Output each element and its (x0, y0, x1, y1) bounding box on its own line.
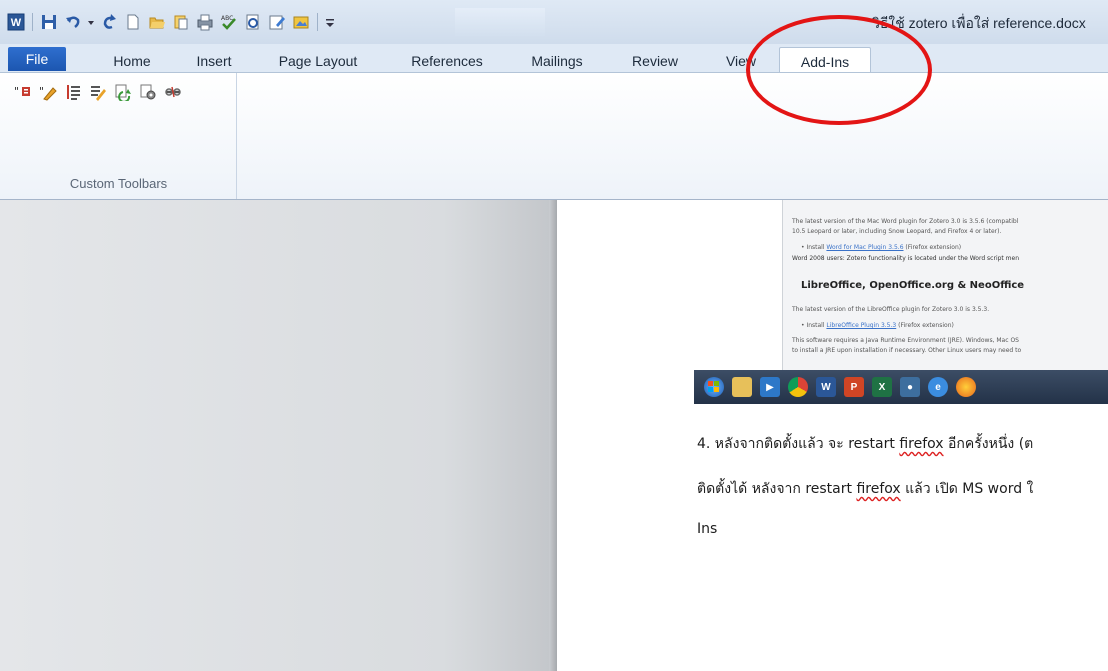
windows-start-icon (704, 377, 724, 397)
paragraph-line-2: ติดตั้งได้ หลังจาก restart firefox แล้ว … (697, 478, 1033, 500)
shot-install-line: • Install Word for Mac Plugin 3.5.6 (Fir… (801, 244, 961, 251)
svg-text:": " (14, 85, 19, 98)
word-icon: W (816, 377, 836, 397)
document-area: The latest version of the Mac Word plugi… (0, 200, 1108, 671)
network-icon: ● (900, 377, 920, 397)
print-icon[interactable] (195, 12, 215, 32)
group-label-custom-toolbars: Custom Toolbars (69, 176, 168, 191)
annotation-circle (746, 15, 932, 125)
tab-home[interactable]: Home (104, 48, 160, 73)
new-document-icon[interactable] (123, 12, 143, 32)
customize-toolbar-icon[interactable] (324, 12, 336, 32)
paragraph-step-4: 4. หลังจากติดตั้งแล้ว จะ restart firefox… (697, 433, 1033, 455)
paragraph-text: อีกครั้งหนึ่ง (ต (943, 436, 1034, 452)
zotero-insert-citation-icon[interactable]: " (14, 83, 32, 101)
zotero-edit-bibliography-icon[interactable] (89, 83, 107, 101)
chrome-icon (788, 377, 808, 397)
undo-dropdown-icon[interactable] (87, 12, 95, 32)
tab-references[interactable]: References (397, 48, 497, 73)
edit-icon[interactable] (267, 12, 287, 32)
shot-text-line: 10.5 Leopard or later, including Snow Le… (792, 228, 1002, 235)
paragraph-line-3: Ins (697, 521, 718, 537)
tab-file[interactable]: File (8, 47, 66, 71)
shot-word-plugin-link: Word for Mac Plugin 3.5.6 (826, 244, 904, 251)
toolbar-separator (317, 13, 318, 31)
ribbon: " " Custom Toolbars (0, 72, 1108, 200)
internet-explorer-icon: e (928, 377, 948, 397)
media-player-icon: ▶ (760, 377, 780, 397)
title-bar: W ABC วิธีใช้ zotero เพื่อใส่ reference.… (0, 0, 1108, 44)
undo-icon[interactable] (63, 12, 83, 32)
zotero-unlink-icon[interactable] (164, 83, 182, 101)
custom-toolbars-group: " " Custom Toolbars (0, 73, 237, 199)
toolbar-separator (32, 13, 33, 31)
open-icon[interactable] (171, 12, 191, 32)
powerpoint-icon: P (844, 377, 864, 397)
zotero-insert-bibliography-icon[interactable] (64, 83, 82, 101)
svg-text:ABC: ABC (221, 15, 233, 22)
open-folder-icon[interactable] (147, 12, 167, 32)
shot-link-suffix: (Firefox extension) (903, 244, 962, 251)
svg-text:W: W (11, 17, 22, 29)
custom-toolbars-icons: " " (14, 83, 182, 101)
shot-heading: LibreOffice, OpenOffice.org & NeoOffice (801, 280, 1025, 291)
document-page[interactable]: The latest version of the Mac Word plugi… (557, 200, 1108, 671)
redo-icon[interactable] (99, 12, 119, 32)
embedded-taskbar: ▶ W P X ● e (694, 370, 1108, 404)
shot-text-line: The latest version of the Mac Word plugi… (792, 218, 1019, 225)
misspelled-word: firefox (899, 436, 944, 452)
zotero-preferences-icon[interactable] (139, 83, 157, 101)
shot-text-line: The latest version of the LibreOffice pl… (792, 306, 990, 313)
shot-install-line: • Install LibreOffice Plugin 3.5.3 (Fire… (801, 322, 954, 329)
shot-bullet: • Install (801, 322, 827, 329)
title-bar-highlight (455, 8, 545, 36)
quick-access-toolbar: W ABC (6, 6, 336, 38)
zotero-edit-citation-icon[interactable]: " (39, 83, 57, 101)
shot-text-line: Word 2008 users: Zotero functionality is… (792, 255, 1020, 262)
shot-text-line: to install a JRE upon installation if ne… (792, 347, 1022, 354)
shot-link-suffix: (Firefox extension) (896, 322, 954, 329)
paragraph-text: แล้ว เปิด MS word ใ (900, 481, 1034, 497)
shot-libreoffice-plugin-link: LibreOffice Plugin 3.5.3 (826, 322, 897, 329)
tab-mailings[interactable]: Mailings (518, 48, 596, 73)
svg-text:": " (39, 85, 44, 98)
embedded-screenshot: The latest version of the Mac Word plugi… (782, 200, 1108, 370)
zotero-refresh-icon[interactable] (114, 83, 132, 101)
workspace-background (0, 200, 554, 671)
tab-insert[interactable]: Insert (187, 48, 241, 73)
excel-icon: X (872, 377, 892, 397)
firefox-icon (956, 377, 976, 397)
shot-text-line: This software requires a Java Runtime En… (792, 337, 1019, 344)
ribbon-tabs: File Home Insert Page Layout References … (0, 44, 1108, 75)
print-preview-icon[interactable] (243, 12, 263, 32)
misspelled-word: firefox (856, 481, 901, 497)
shot-bullet: • Install (801, 244, 827, 251)
image-icon[interactable] (291, 12, 311, 32)
paragraph-text: ติดตั้งได้ หลังจาก restart (697, 481, 857, 497)
folder-icon (732, 377, 752, 397)
save-icon[interactable] (39, 12, 59, 32)
tab-page-layout[interactable]: Page Layout (268, 48, 368, 73)
page-shadow (549, 200, 557, 671)
tab-review[interactable]: Review (622, 48, 688, 73)
word-app-icon[interactable]: W (6, 12, 26, 32)
paragraph-text: 4. หลังจากติดตั้งแล้ว จะ restart (697, 436, 900, 452)
spelling-icon[interactable]: ABC (219, 12, 239, 32)
